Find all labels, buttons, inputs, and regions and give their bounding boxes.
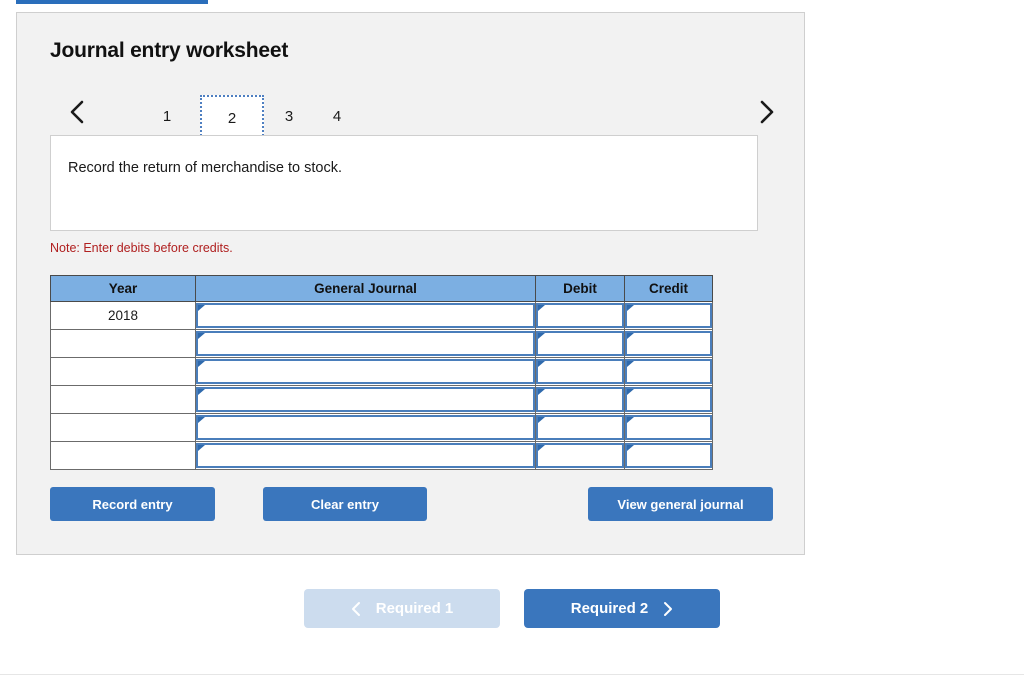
required-2-button[interactable]: Required 2 <box>524 589 720 628</box>
cell-general-journal[interactable] <box>195 329 536 358</box>
page-root: Journal entry worksheet 1 2 3 4 Record t… <box>0 0 1024 683</box>
table-row <box>50 329 713 358</box>
record-entry-button[interactable]: Record entry <box>50 487 215 521</box>
required-2-label: Required 2 <box>570 600 649 617</box>
cell-general-journal[interactable] <box>195 357 536 386</box>
cell-year[interactable] <box>50 357 196 386</box>
worksheet-tab-1[interactable]: 1 <box>135 95 199 139</box>
cell-year[interactable] <box>50 441 196 470</box>
required-1-button[interactable]: Required 1 <box>304 589 500 628</box>
worksheet-tab-4[interactable]: 4 <box>313 95 361 139</box>
chevron-left-icon[interactable] <box>65 97 91 127</box>
debit-credit-note: Note: Enter debits before credits. <box>50 241 233 255</box>
general-journal-input[interactable] <box>196 387 535 412</box>
chevron-right-icon[interactable] <box>753 97 779 127</box>
top-tab-strip-partial[interactable] <box>16 0 208 4</box>
transaction-description-box: Record the return of merchandise to stoc… <box>50 135 758 231</box>
column-header-year: Year <box>50 275 196 302</box>
credit-input[interactable] <box>625 303 712 328</box>
cell-debit[interactable] <box>535 301 625 330</box>
cell-general-journal[interactable] <box>195 301 536 330</box>
cell-general-journal[interactable] <box>195 385 536 414</box>
cell-year[interactable] <box>50 329 196 358</box>
view-general-journal-button[interactable]: View general journal <box>588 487 773 521</box>
credit-input[interactable] <box>625 415 712 440</box>
table-row <box>50 385 713 414</box>
credit-input[interactable] <box>625 387 712 412</box>
cell-credit[interactable] <box>624 441 713 470</box>
chevron-right-icon <box>662 601 673 617</box>
table-row <box>50 357 713 386</box>
column-header-general-journal: General Journal <box>195 275 536 302</box>
required-1-label: Required 1 <box>375 600 454 617</box>
transaction-description-text: Record the return of merchandise to stoc… <box>68 160 343 176</box>
general-journal-input[interactable] <box>196 303 535 328</box>
journal-entry-table: Year General Journal Debit Credit 2018 <box>50 275 713 470</box>
table-header-row: Year General Journal Debit Credit <box>50 275 713 302</box>
cell-credit[interactable] <box>624 385 713 414</box>
cell-credit[interactable] <box>624 413 713 442</box>
credit-input[interactable] <box>625 359 712 384</box>
worksheet-tab-strip: 1 2 3 4 <box>45 85 785 141</box>
clear-entry-button[interactable]: Clear entry <box>263 487 427 521</box>
cell-debit[interactable] <box>535 413 625 442</box>
table-row <box>50 441 713 470</box>
column-header-credit: Credit <box>624 275 713 302</box>
cell-debit[interactable] <box>535 441 625 470</box>
general-journal-input[interactable] <box>196 359 535 384</box>
journal-entry-worksheet-panel: Journal entry worksheet 1 2 3 4 Record t… <box>16 12 805 555</box>
debit-input[interactable] <box>536 387 624 412</box>
bottom-divider <box>0 674 1024 675</box>
worksheet-tab-2[interactable]: 2 <box>200 95 264 139</box>
cell-year[interactable] <box>50 385 196 414</box>
cell-credit[interactable] <box>624 301 713 330</box>
debit-input[interactable] <box>536 331 624 356</box>
cell-debit[interactable] <box>535 357 625 386</box>
debit-input[interactable] <box>536 443 624 468</box>
cell-credit[interactable] <box>624 357 713 386</box>
table-row <box>50 413 713 442</box>
credit-input[interactable] <box>625 331 712 356</box>
cell-credit[interactable] <box>624 329 713 358</box>
credit-input[interactable] <box>625 443 712 468</box>
general-journal-input[interactable] <box>196 443 535 468</box>
cell-general-journal[interactable] <box>195 441 536 470</box>
general-journal-input[interactable] <box>196 331 535 356</box>
cell-general-journal[interactable] <box>195 413 536 442</box>
cell-year[interactable]: 2018 <box>50 301 196 330</box>
cell-debit[interactable] <box>535 385 625 414</box>
chevron-left-icon <box>351 601 362 617</box>
debit-input[interactable] <box>536 359 624 384</box>
page-title: Journal entry worksheet <box>50 39 289 62</box>
table-row: 2018 <box>50 301 713 330</box>
debit-input[interactable] <box>536 303 624 328</box>
debit-input[interactable] <box>536 415 624 440</box>
cell-debit[interactable] <box>535 329 625 358</box>
cell-year[interactable] <box>50 413 196 442</box>
column-header-debit: Debit <box>535 275 625 302</box>
general-journal-input[interactable] <box>196 415 535 440</box>
worksheet-tab-3[interactable]: 3 <box>265 95 313 139</box>
